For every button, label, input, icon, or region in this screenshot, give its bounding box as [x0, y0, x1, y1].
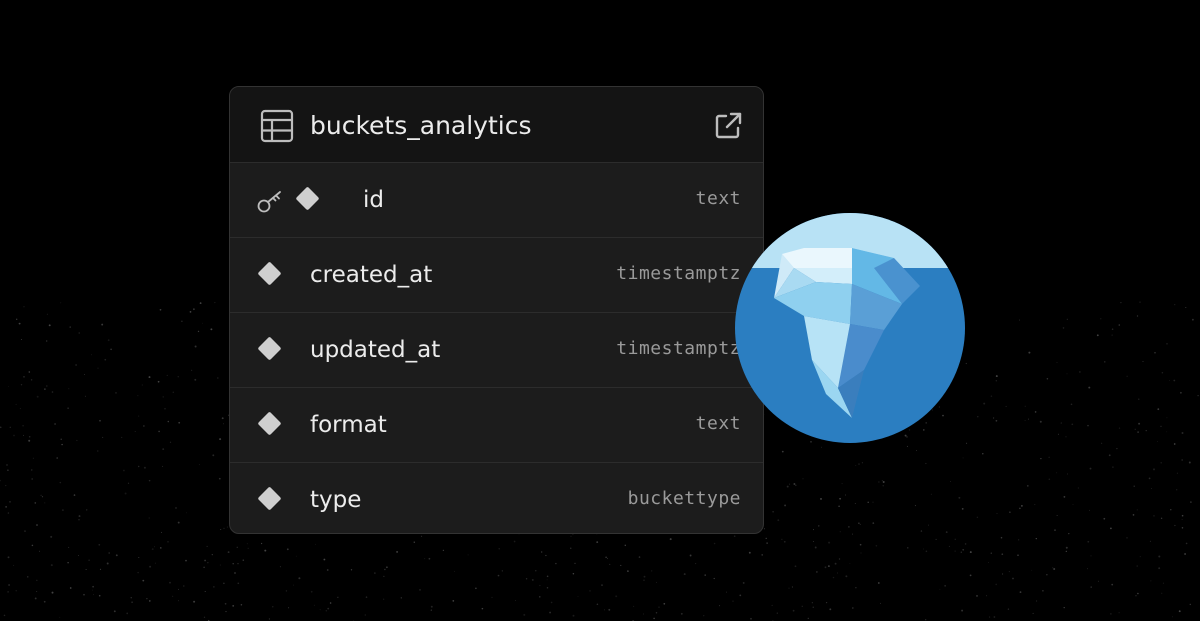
table-grid-icon: [260, 109, 294, 143]
table-header: buckets_analytics: [230, 87, 763, 163]
diamond-icon: [257, 411, 282, 436]
column-type: buckettype: [627, 488, 741, 509]
column-name: type: [310, 487, 362, 513]
diamond-icon: [257, 336, 282, 361]
diamond-icon: [295, 186, 320, 211]
table-row[interactable]: updated_at timestamptz: [230, 313, 763, 388]
open-table-button[interactable]: [711, 109, 745, 143]
diamond-icon: [257, 261, 282, 286]
column-list: id text created_at timestamptz updated_a…: [230, 163, 763, 533]
column-name: id: [363, 187, 384, 213]
column-name: created_at: [310, 262, 433, 288]
column-type: timestamptz: [616, 338, 741, 359]
table-title: buckets_analytics: [310, 111, 532, 140]
table-row[interactable]: created_at timestamptz: [230, 238, 763, 313]
diamond-icon: [257, 486, 282, 511]
table-row[interactable]: format text: [230, 388, 763, 463]
column-name: format: [310, 412, 387, 438]
table-row[interactable]: type buckettype: [230, 463, 763, 533]
table-row[interactable]: id text: [230, 163, 763, 238]
iceberg-logo: [735, 213, 965, 443]
column-type: timestamptz: [616, 263, 741, 284]
column-name: updated_at: [310, 337, 441, 363]
table-card: buckets_analytics id text created_at tim…: [229, 86, 764, 534]
external-link-icon: [715, 112, 742, 139]
key-icon: [257, 191, 281, 213]
